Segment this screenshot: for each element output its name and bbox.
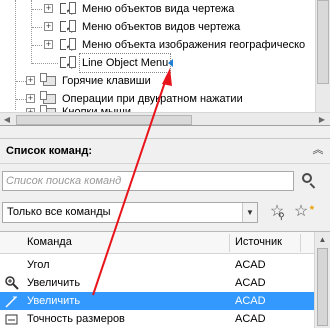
- tree-connector: [16, 99, 26, 100]
- tree-connector: [32, 45, 42, 46]
- scroll-up-arrow-icon[interactable]: ▲: [315, 234, 330, 246]
- command-name: Угол: [27, 259, 50, 271]
- context-menu-icon: ↖: [60, 1, 78, 17]
- command-search-input[interactable]: Список поиска команд: [2, 171, 294, 191]
- tree-item-label: Горячие клавиши: [62, 75, 151, 87]
- column-header-command[interactable]: Команда: [27, 236, 72, 248]
- keyboard-shortcuts-icon: [40, 73, 58, 89]
- command-name: Точность размеров: [27, 313, 125, 325]
- dropdown-value: Только все команды: [7, 206, 111, 218]
- expand-icon[interactable]: +: [44, 4, 53, 13]
- command-source: ACAD: [235, 277, 266, 289]
- column-divider[interactable]: [229, 234, 230, 252]
- context-menu-icon: ↖: [60, 55, 78, 71]
- context-menu-icon: ↖: [60, 37, 78, 53]
- scroll-right-arrow-icon[interactable]: ▶: [316, 114, 328, 125]
- context-menu-icon: ↖: [60, 19, 78, 35]
- new-item-marker-icon: [168, 59, 173, 67]
- tree-vertical-scrollbar[interactable]: [315, 0, 330, 112]
- tree-connector: [32, 9, 42, 10]
- table-row[interactable]: Угол ACAD: [0, 256, 314, 274]
- table-row-selected[interactable]: Увеличить ACAD: [0, 292, 314, 310]
- find-command-icon[interactable]: ☆ ⚲: [266, 201, 288, 223]
- tree-horizontal-scrollbar[interactable]: ◀ ▶: [0, 112, 330, 125]
- tree-item-geographic-image-menu[interactable]: + ↖ Меню объекта изображения географичес…: [0, 36, 315, 54]
- chevron-down-icon[interactable]: ▼: [242, 203, 257, 222]
- tree-connector: [32, 27, 42, 28]
- expand-icon[interactable]: +: [44, 40, 53, 49]
- table-row[interactable]: Увеличить ACAD: [0, 274, 314, 292]
- search-icon[interactable]: [301, 172, 319, 190]
- tree-item-label: Меню объектов видов чертежа: [82, 21, 241, 33]
- scrollbar-thumb[interactable]: [317, 248, 328, 326]
- command-source: ACAD: [235, 295, 266, 307]
- zoom-in-icon: [4, 275, 20, 291]
- table-header: Команда Источник: [0, 232, 314, 254]
- command-source: ACAD: [235, 313, 266, 325]
- column-divider[interactable]: [300, 234, 301, 252]
- command-source: ACAD: [235, 259, 266, 271]
- scrollbar-thumb[interactable]: [16, 115, 192, 125]
- command-filter-dropdown[interactable]: Только все команды ▼: [2, 202, 258, 223]
- table-vertical-scrollbar[interactable]: ▲: [314, 232, 330, 328]
- command-list-header: Список команд: ︽: [0, 138, 330, 164]
- dimension-precision-icon: [4, 311, 20, 327]
- column-header-source[interactable]: Источник: [235, 236, 282, 248]
- tree-connector: [16, 81, 26, 82]
- expand-icon[interactable]: +: [44, 22, 53, 31]
- command-name: Увеличить: [27, 277, 81, 289]
- create-command-icon[interactable]: ☆ *: [290, 201, 314, 223]
- panel-title: Список команд:: [6, 145, 93, 157]
- tree-item-line-object-menu[interactable]: ↖ Line Object Menu: [0, 53, 315, 73]
- tree-item-drawing-view-menu[interactable]: + ↖ Меню объектов вида чертежа: [0, 0, 315, 18]
- zoom-window-icon: [4, 293, 20, 309]
- scroll-left-arrow-icon[interactable]: ◀: [1, 114, 13, 125]
- customization-tree[interactable]: + ↖ Меню объектов вида чертежа + ↖ Меню …: [0, 0, 330, 126]
- tree-item-label[interactable]: Line Object Menu: [78, 53, 172, 73]
- tree-item-label: Меню объектов вида чертежа: [82, 3, 235, 15]
- expand-icon[interactable]: +: [26, 76, 35, 85]
- expand-icon[interactable]: +: [26, 94, 35, 103]
- tree-item-drawing-views-menu[interactable]: + ↖ Меню объектов видов чертежа: [0, 18, 315, 36]
- command-table[interactable]: Команда Источник Угол ACAD Увеличить ACA…: [0, 231, 330, 328]
- tree-connector: [32, 63, 58, 64]
- double-chevron-up-icon[interactable]: ︽: [312, 145, 324, 157]
- scrollbar-thumb[interactable]: [317, 0, 329, 84]
- angle-icon: [4, 257, 20, 273]
- tree-item-shortcut-keys[interactable]: + Горячие клавиши: [0, 72, 315, 90]
- table-row[interactable]: Точность размеров ACAD: [0, 310, 314, 328]
- command-name: Увеличить: [27, 295, 81, 307]
- tree-item-label: Меню объекта изображения географическо: [82, 39, 306, 51]
